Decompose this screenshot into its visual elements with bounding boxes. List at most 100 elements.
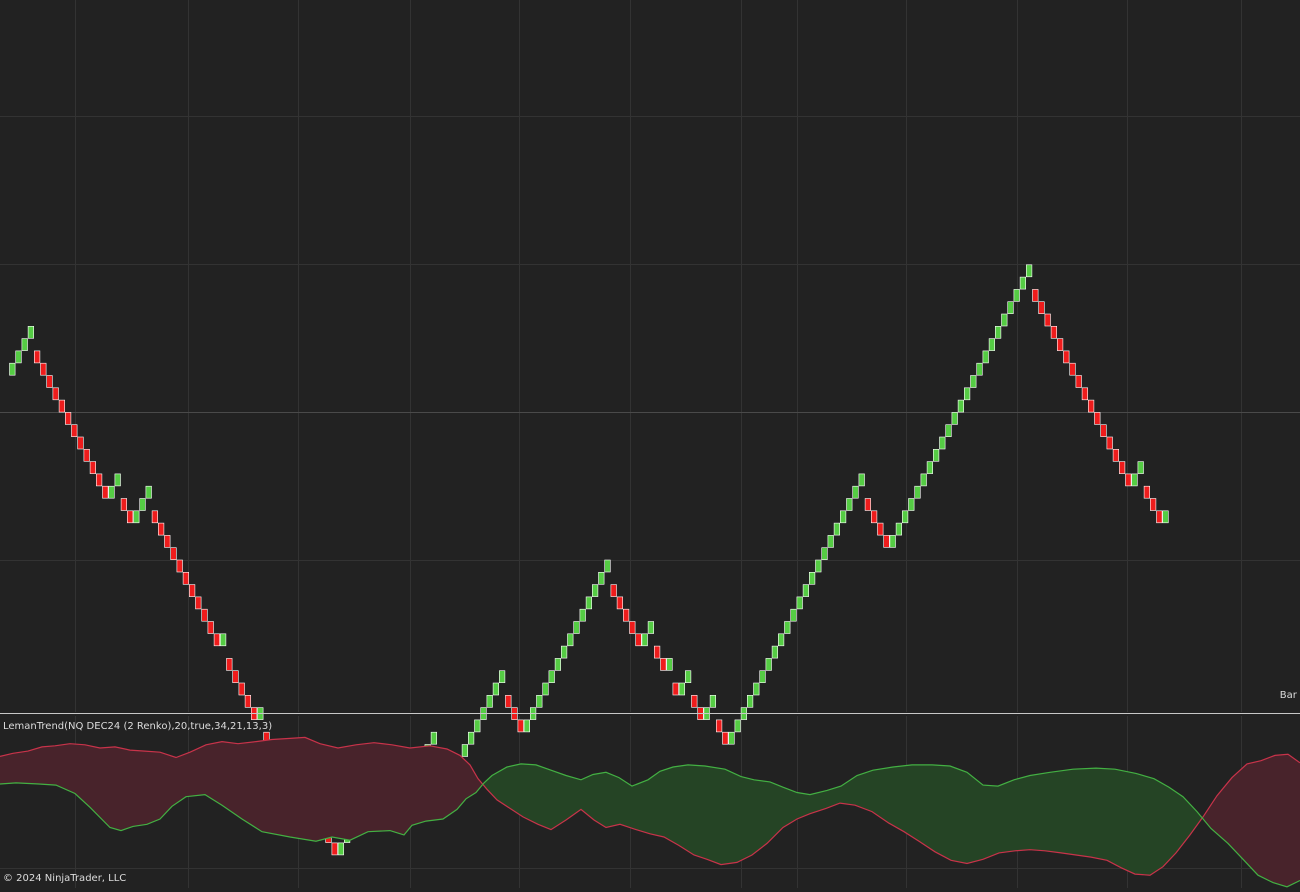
- renko-brick-up: [536, 694, 543, 708]
- renko-brick-down: [46, 375, 53, 388]
- renko-brick-up: [765, 658, 772, 671]
- renko-brick-down: [1063, 350, 1070, 364]
- renko-brick-up: [542, 682, 549, 696]
- renko-brick-up: [554, 658, 561, 671]
- renko-brick-up: [337, 842, 345, 856]
- renko-brick-down: [96, 473, 103, 487]
- renko-brick-up: [852, 485, 859, 499]
- renko-brick-up: [920, 473, 927, 487]
- renko-brick-up: [939, 436, 946, 450]
- renko-brick-down: [1044, 313, 1051, 327]
- renko-brick-down: [71, 424, 78, 438]
- renko-brick-up: [901, 510, 909, 524]
- renko-brick-down: [226, 658, 233, 671]
- renko-brick-down: [102, 485, 109, 499]
- renko-brick-down: [189, 584, 196, 597]
- renko-brick-up: [1001, 313, 1008, 327]
- renko-brick-down: [1038, 301, 1045, 315]
- renko-brick-up: [908, 498, 915, 511]
- renko-brick-up: [133, 510, 140, 524]
- renko-brick-down: [877, 522, 884, 536]
- indicator-label: LemanTrend(NQ DEC24 (2 Renko),20,true,34…: [3, 721, 273, 732]
- renko-brick-down: [616, 596, 623, 610]
- renko-brick-up: [815, 559, 822, 573]
- renko-brick-down: [653, 645, 661, 659]
- renko-brick-down: [158, 522, 165, 536]
- renko-brick-down: [1050, 325, 1057, 339]
- renko-brick-up: [777, 633, 785, 647]
- renko-brick-up: [430, 731, 438, 745]
- renko-brick-down: [1150, 498, 1157, 511]
- renko-brick-up: [145, 485, 152, 499]
- renko-brick-up: [684, 670, 692, 684]
- renko-brick-up: [982, 350, 989, 364]
- renko-brick-up: [1026, 264, 1033, 278]
- renko-brick-down: [195, 596, 202, 610]
- renko-brick-up: [573, 621, 580, 634]
- renko-brick-down: [52, 387, 59, 401]
- renko-brick-up: [951, 412, 958, 425]
- renko-brick-up: [833, 522, 840, 536]
- renko-brick-up: [827, 535, 834, 548]
- renko-brick-down: [1032, 289, 1039, 302]
- renko-brick-up: [808, 571, 816, 585]
- bearish-cloud: [1204, 754, 1300, 887]
- renko-brick-down: [1081, 387, 1088, 401]
- renko-brick-down: [1094, 412, 1101, 425]
- renko-brick-down: [660, 658, 667, 671]
- renko-brick-up: [591, 584, 599, 597]
- renko-brick-down: [870, 510, 878, 524]
- renko-brick-up: [994, 325, 1002, 339]
- renko-brick-up: [963, 387, 971, 401]
- renko-brick-up: [858, 473, 865, 487]
- renko-brick-up: [666, 658, 673, 671]
- renko-brick-up: [957, 399, 964, 413]
- renko-brick-up: [604, 559, 611, 573]
- renko-brick-up: [846, 498, 853, 511]
- renko-brick-down: [1156, 510, 1163, 524]
- renko-brick-up: [945, 424, 952, 438]
- renko-brick-down: [238, 682, 245, 696]
- renko-brick-up: [678, 682, 685, 696]
- renko-brick-up: [523, 719, 530, 733]
- renko-brick-down: [201, 608, 208, 622]
- renko-brick-up: [461, 744, 469, 757]
- renko-brick-down: [722, 731, 729, 745]
- renko-brick-up: [567, 633, 574, 647]
- renko-brick-down: [610, 584, 617, 597]
- renko-brick-up: [976, 362, 983, 376]
- renko-brick-up: [21, 338, 28, 351]
- renko-brick-down: [1119, 461, 1126, 474]
- renko-brick-down: [1088, 399, 1095, 413]
- renko-brick-up: [1131, 473, 1138, 487]
- renko-brick-up: [1013, 289, 1020, 302]
- renko-brick-down: [1075, 375, 1082, 388]
- chart-svg: [0, 0, 1300, 888]
- renko-brick-down: [505, 694, 512, 708]
- renko-brick-up: [492, 682, 500, 696]
- renko-brick-up: [498, 670, 506, 684]
- renko-brick-up: [970, 375, 977, 388]
- renko-brick-up: [27, 325, 35, 339]
- renko-brick-up: [1162, 510, 1169, 524]
- renko-brick-down: [120, 498, 127, 511]
- renko-brick-up: [889, 535, 896, 548]
- renko-brick-up: [15, 350, 22, 364]
- renko-brick-up: [839, 510, 847, 524]
- renko-brick-up: [486, 694, 493, 708]
- renko-brick-up: [746, 694, 754, 708]
- renko-brick-up: [759, 670, 766, 684]
- renko-brick-down: [164, 535, 171, 548]
- renko-brick-up: [734, 719, 741, 733]
- renko-brick-up: [220, 633, 227, 647]
- leman-trend-panel[interactable]: [0, 736, 1300, 888]
- renko-brick-up: [560, 645, 568, 659]
- renko-brick-up: [932, 448, 940, 462]
- renko-brick-down: [207, 621, 214, 634]
- renko-brick-up: [641, 633, 648, 647]
- renko-brick-up: [139, 498, 146, 511]
- renko-brick-up: [647, 621, 654, 634]
- renko-brick-down: [1100, 424, 1107, 438]
- renko-brick-up: [771, 645, 778, 659]
- renko-brick-up: [895, 522, 902, 536]
